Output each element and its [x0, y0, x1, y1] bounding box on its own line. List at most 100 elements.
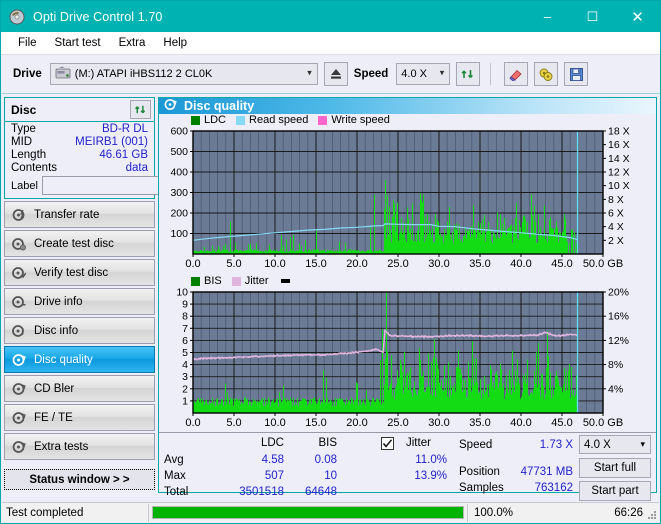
- disc-row-type: Type BD-R DL: [5, 122, 154, 135]
- save-button[interactable]: [564, 62, 589, 86]
- svg-text:35.0: 35.0: [469, 417, 490, 429]
- chevron-down-icon[interactable]: ▾: [640, 439, 645, 450]
- drive-select[interactable]: (M:) ATAPI iHBS112 2 CL0K ▾: [49, 63, 318, 85]
- resize-grip[interactable]: [646, 509, 657, 520]
- eject-button[interactable]: [323, 62, 348, 86]
- stats-panel: LDC BIS Jitter Avg 4.58 0.08 11.0% Max 5…: [159, 432, 656, 501]
- disc-quality-icon: [164, 98, 177, 114]
- stats-avg-bis: 0.08: [314, 454, 337, 466]
- drive-value: (M:) ATAPI iHBS112 2 CL0K: [74, 68, 213, 80]
- drive-label: Drive: [13, 68, 42, 80]
- disc-value-type: BD-R DL: [101, 123, 148, 135]
- progress-bar-fill: [153, 507, 463, 518]
- disc-transfer-icon: [11, 207, 27, 223]
- main-panel: Disc quality LDC Read speed Write speed …: [158, 97, 657, 501]
- svg-text:25.0: 25.0: [387, 417, 408, 429]
- legend-swatch-read-speed: [236, 115, 246, 125]
- window-controls: – ☐ ✕: [525, 1, 660, 32]
- speed-select[interactable]: 4.0 X ▾: [396, 63, 451, 85]
- jitter-label: Jitter: [406, 437, 431, 449]
- svg-text:6 X: 6 X: [608, 208, 624, 220]
- svg-text:35.0: 35.0: [469, 258, 490, 270]
- status-bar: Test completed 100.0% 66:26: [2, 502, 659, 522]
- minimize-button[interactable]: –: [525, 1, 570, 32]
- sidebar-item-extra-tests[interactable]: Extra tests: [4, 433, 155, 460]
- legend-label-write-speed: Write speed: [331, 114, 390, 126]
- disc-refresh-button[interactable]: [130, 100, 151, 119]
- position-value: 47731 MB: [520, 466, 573, 478]
- menu-item-extra[interactable]: Extra: [110, 35, 155, 51]
- test-speed-select[interactable]: 4.0 X ▾: [579, 435, 651, 454]
- refresh-icon: [461, 69, 473, 78]
- svg-text:16%: 16%: [608, 311, 629, 323]
- disc-key-mid: MID: [11, 136, 33, 148]
- sidebar-item-drive-info[interactable]: Drive info: [4, 288, 155, 315]
- svg-text:30.0: 30.0: [428, 258, 449, 270]
- sidebar-item-label: Disc quality: [34, 353, 93, 366]
- speed-stat-value: 1.73 X: [539, 439, 573, 451]
- legend-swatch-write-speed: [318, 115, 328, 125]
- disc-panel: Disc Type BD-R DL MID MEIRB1 (001) Lengt…: [4, 97, 246, 199]
- sidebar-item-disc-info[interactable]: Disc info: [4, 317, 155, 344]
- sidebar-item-transfer-rate[interactable]: Transfer rate: [4, 201, 155, 228]
- disc-panel-header: Disc: [5, 98, 154, 122]
- status-text: Test completed: [6, 506, 84, 519]
- chevron-down-icon[interactable]: ▾: [307, 67, 312, 78]
- svg-text:4: 4: [182, 359, 188, 371]
- stats-max-bis: 10: [324, 470, 337, 482]
- menu-item-help[interactable]: Help: [154, 35, 196, 51]
- svg-text:5: 5: [182, 347, 188, 359]
- bis-chart[interactable]: 1 2 3 4 5 6 7 8 9 10 4% 8% 12% 16% 20% 0.0 5.0 10.0 15.0 20…: [159, 287, 656, 432]
- progress-percent: 100.0%: [474, 506, 514, 519]
- status-window-button[interactable]: Status window > >: [4, 469, 155, 490]
- start-full-button[interactable]: Start full: [579, 458, 651, 478]
- samples-label: Samples: [459, 482, 504, 494]
- eraser-icon: [509, 69, 522, 81]
- stats-max-jitter: 13.9%: [414, 470, 447, 482]
- svg-text:600: 600: [170, 126, 188, 138]
- drive-icon: [55, 66, 71, 83]
- close-button[interactable]: ✕: [615, 1, 660, 32]
- disc-key-contents: Contents: [11, 162, 58, 174]
- sidebar-item-label: FE / TE: [34, 411, 73, 424]
- sidebar-item-label: Extra tests: [34, 440, 89, 453]
- svg-text:0.0: 0.0: [185, 417, 200, 429]
- sidebar-item-verify-test-disc[interactable]: Verify test disc: [4, 259, 155, 286]
- erase-button[interactable]: [504, 62, 529, 86]
- sidebar-item-disc-quality[interactable]: Disc quality: [4, 346, 155, 373]
- sidebar-item-fe-te[interactable]: FE / TE: [4, 404, 155, 431]
- sidebar-item-label: Create test disc: [34, 237, 114, 250]
- bitsetting-button[interactable]: [534, 62, 559, 86]
- disc-key-length: Length: [11, 149, 47, 161]
- start-part-button[interactable]: Start part: [579, 481, 651, 501]
- svg-text:40.0: 40.0: [510, 417, 531, 429]
- legend-swatch-marker: [280, 279, 290, 283]
- legend-swatch-bis: [191, 276, 200, 286]
- sidebar-item-label: Verify test disc: [34, 266, 109, 279]
- maximize-button[interactable]: ☐: [570, 1, 615, 32]
- menu-item-start-test[interactable]: Start test: [46, 35, 110, 51]
- refresh-button[interactable]: [456, 62, 481, 86]
- bitsetting-icon: [539, 68, 553, 81]
- legend-label-bis: BIS: [204, 275, 222, 287]
- sidebar-item-create-test-disc[interactable]: Create test disc: [4, 230, 155, 257]
- save-icon: [569, 67, 583, 81]
- elapsed-time: 66:26: [614, 506, 643, 519]
- svg-text:10 X: 10 X: [608, 180, 630, 192]
- svg-text:400: 400: [170, 167, 188, 179]
- jitter-checkbox[interactable]: [381, 437, 394, 450]
- test-speed-value: 4.0 X: [584, 438, 611, 451]
- ldc-chart[interactable]: 100 200 300 400 500 600 2 X 4 X6 X 8 X 10 X 12 X 14…: [159, 126, 656, 273]
- ldc-chart-legend: LDC Read speed Write speed: [159, 114, 656, 126]
- svg-text:9: 9: [182, 299, 188, 311]
- svg-text:4 X: 4 X: [608, 221, 624, 233]
- sidebar-item-cd-bler[interactable]: CD Bler: [4, 375, 155, 402]
- menu-bar: File Start test Extra Help: [1, 32, 660, 55]
- disc-quality-icon: [11, 352, 27, 368]
- toolbar-separator: [490, 63, 492, 85]
- disc-row-contents: Contents data: [5, 161, 154, 174]
- chevron-down-icon[interactable]: ▾: [440, 67, 445, 78]
- menu-item-file[interactable]: File: [9, 35, 46, 51]
- svg-text:300: 300: [170, 187, 188, 199]
